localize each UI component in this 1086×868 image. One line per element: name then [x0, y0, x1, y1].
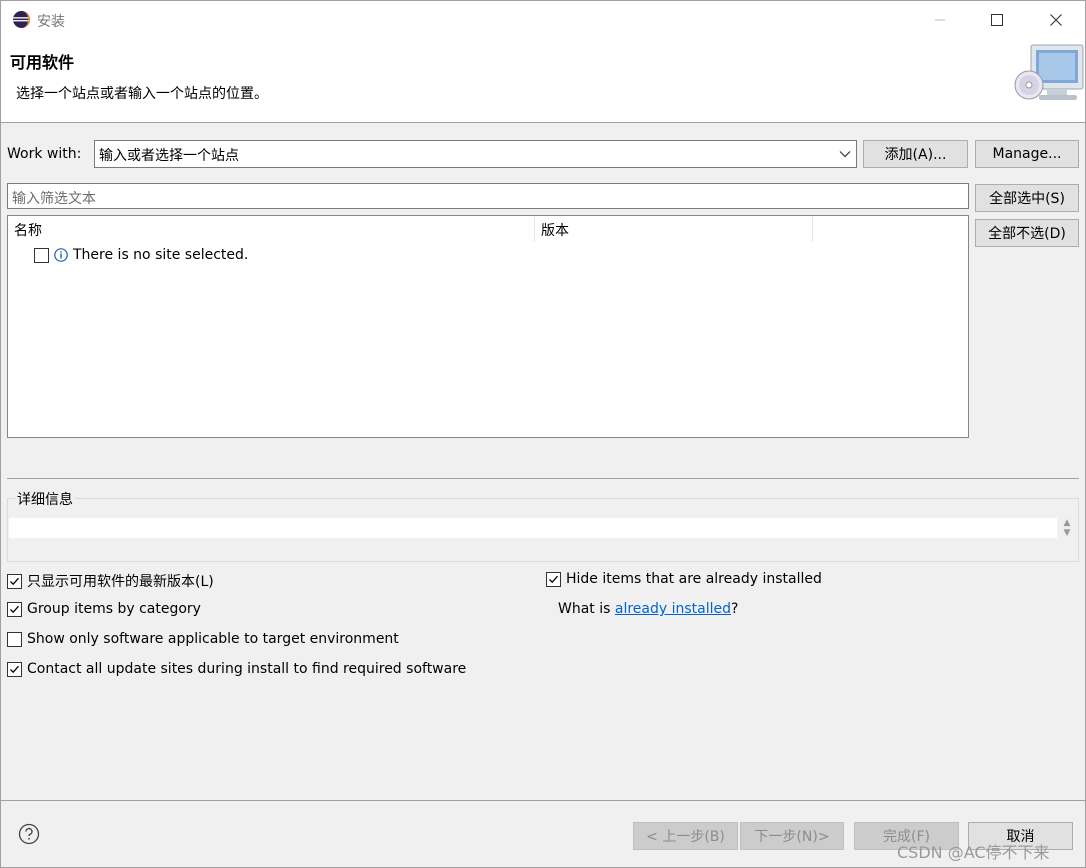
header-banner: 可用软件 选择一个站点或者输入一个站点的位置。	[1, 39, 1085, 123]
what-is-installed: What is already installed ?	[558, 601, 738, 617]
chevron-down-icon[interactable]	[838, 147, 852, 161]
work-with-combo[interactable]: 输入或者选择一个站点	[94, 140, 857, 168]
checkmark-icon	[10, 605, 19, 613]
checkbox-group-by-category[interactable]	[7, 601, 22, 617]
filter-placeholder: 输入筛选文本	[12, 191, 96, 207]
label-contact-all-sites: Contact all update sites during install …	[27, 661, 467, 677]
checkbox-target-env[interactable]	[7, 631, 22, 647]
close-button[interactable]	[1033, 1, 1079, 39]
window-title: 安装	[37, 14, 65, 30]
work-with-input[interactable]: 输入或者选择一个站点	[99, 145, 239, 165]
eclipse-icon	[12, 10, 31, 29]
row-checkbox[interactable]	[34, 247, 49, 263]
select-all-button[interactable]: 全部选中(S)	[975, 184, 1079, 212]
info-icon	[54, 248, 68, 262]
details-scroll-arrows[interactable]: ▲ ▼	[1060, 518, 1074, 540]
manage-button[interactable]: Manage...	[975, 140, 1079, 168]
maximize-icon	[991, 14, 1003, 26]
option-target-env[interactable]: Show only software applicable to target …	[7, 631, 399, 647]
back-button[interactable]: < 上一步(B)	[633, 822, 738, 850]
install-dialog: 安装 可用软件 选择一个站点或者输入一个站点的位置。 Work with: 输入…	[0, 0, 1086, 868]
table-row[interactable]: There is no site selected.	[34, 245, 248, 265]
watermark: CSDN @AC停不下来	[897, 843, 1050, 862]
already-installed-link[interactable]: already installed	[615, 601, 731, 617]
minimize-button[interactable]	[917, 1, 963, 39]
label-latest-only: 只显示可用软件的最新版本(L)	[27, 574, 214, 590]
label-target-env: Show only software applicable to target …	[27, 631, 399, 647]
maximize-button[interactable]	[974, 1, 1020, 39]
checkmark-icon	[10, 665, 19, 673]
page-title: 可用软件	[10, 53, 75, 72]
checkbox-contact-all-sites[interactable]	[7, 661, 22, 677]
label-group-by-category: Group items by category	[27, 601, 201, 617]
filter-input[interactable]: 输入筛选文本	[7, 183, 969, 209]
checkbox-hide-installed[interactable]	[546, 571, 561, 587]
minimize-icon	[935, 19, 945, 21]
work-with-label: Work with:	[7, 146, 82, 162]
label-hide-installed: Hide items that are already installed	[566, 571, 822, 587]
option-contact-all-sites[interactable]: Contact all update sites during install …	[7, 661, 466, 677]
what-is-suffix: ?	[731, 601, 739, 617]
column-header-version[interactable]: 版本	[535, 216, 813, 242]
what-is-prefix: What is	[558, 601, 615, 617]
checkmark-icon	[549, 575, 558, 583]
add-site-button[interactable]: 添加(A)...	[863, 140, 968, 168]
page-description: 选择一个站点或者输入一个站点的位置。	[16, 86, 268, 102]
details-label: 详细信息	[15, 489, 75, 509]
software-table[interactable]: 名称 版本 There is no site selected.	[7, 215, 969, 438]
help-icon[interactable]	[18, 823, 40, 845]
column-header-name[interactable]: 名称	[8, 216, 535, 242]
install-monitor-icon	[1014, 44, 1084, 100]
row-label: There is no site selected.	[73, 247, 249, 263]
footer-divider	[1, 800, 1085, 801]
divider	[7, 478, 1079, 479]
title-bar: 安装	[1, 1, 1085, 39]
deselect-all-button[interactable]: 全部不选(D)	[975, 219, 1079, 247]
close-icon	[1050, 14, 1062, 26]
option-hide-installed[interactable]: Hide items that are already installed	[546, 571, 822, 587]
next-button[interactable]: 下一步(N)>	[740, 822, 844, 850]
option-group-by-category[interactable]: Group items by category	[7, 601, 201, 617]
details-text-area[interactable]	[9, 518, 1057, 538]
checkmark-icon	[10, 577, 19, 585]
checkbox-latest-only[interactable]	[7, 573, 22, 589]
option-latest-only[interactable]: 只显示可用软件的最新版本(L)	[7, 571, 214, 591]
